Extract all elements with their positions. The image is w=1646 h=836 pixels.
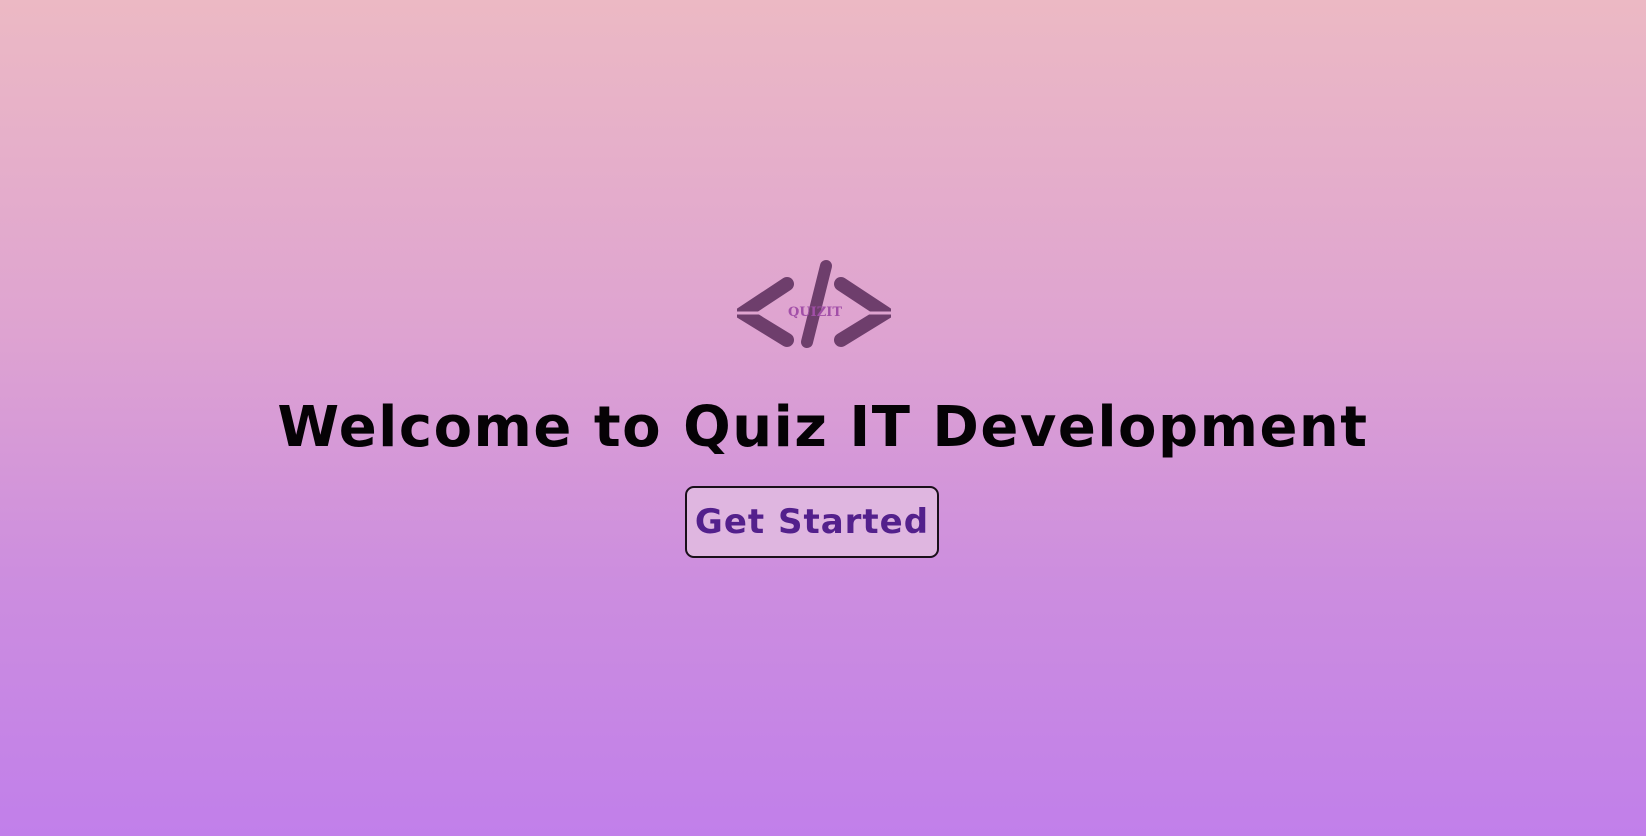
landing-page: QUIZIT Welcome to Quiz IT Development Ge… <box>0 0 1646 836</box>
code-slash-icon: QUIZIT <box>737 260 891 348</box>
logo-text: QUIZIT <box>788 305 842 320</box>
page-title: Welcome to Quiz IT Development <box>277 395 1369 460</box>
get-started-button[interactable]: Get Started <box>685 486 939 558</box>
quizit-logo: QUIZIT <box>737 258 891 350</box>
